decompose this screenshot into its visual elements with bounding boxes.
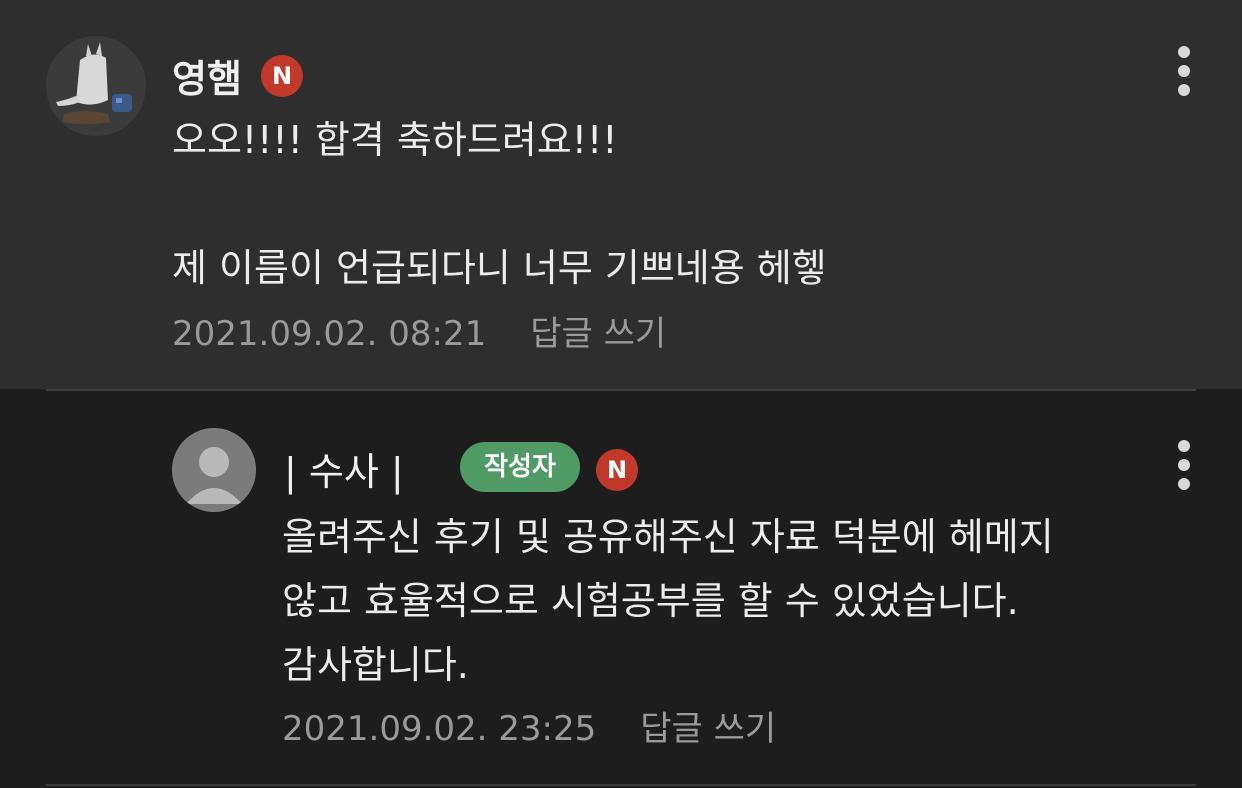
comment-text: 오오!!!! 합격 축하드려요!!! 제 이름이 언급되다니 너무 기쁘네용 헤… <box>172 118 827 290</box>
author-tag: 작성자 <box>460 442 580 492</box>
comment-date: 2021.09.02. 08:21 <box>172 314 487 354</box>
comment-author[interactable]: | 수사 | <box>284 441 404 496</box>
more-vertical-icon <box>1178 459 1190 471</box>
reply-comment-item: | 수사 | 작성자 N 올려주신 후기 및 공유해주신 자료 덕분에 헤메지 … <box>0 391 1242 788</box>
more-options-button[interactable] <box>1177 440 1191 496</box>
divider <box>46 784 1196 786</box>
more-vertical-icon <box>1178 440 1190 452</box>
more-options-button[interactable] <box>1177 46 1191 102</box>
more-vertical-icon <box>1178 65 1190 77</box>
reply-button[interactable]: 답글 쓰기 <box>640 709 776 749</box>
comment-meta: 2021.09.02. 08:21 답글 쓰기 <box>172 306 666 355</box>
new-badge: N <box>596 449 638 491</box>
comment-meta: 2021.09.02. 23:25 답글 쓰기 <box>282 701 776 750</box>
more-vertical-icon <box>1178 478 1190 490</box>
default-user-avatar-icon <box>172 428 256 512</box>
more-vertical-icon <box>1178 46 1190 58</box>
reply-button[interactable]: 답글 쓰기 <box>530 314 666 354</box>
comment-text: 올려주신 후기 및 공유해주신 자료 덕분에 헤메지 않고 효율적으로 시험공부… <box>282 515 1054 687</box>
user-avatar[interactable] <box>172 428 256 512</box>
comment-date: 2021.09.02. 23:25 <box>282 709 597 749</box>
bunny-figure-avatar-icon <box>46 36 146 136</box>
comment-item: 영햄 N 오오!!!! 합격 축하드려요!!! 제 이름이 언급되다니 너무 기… <box>0 0 1242 389</box>
more-vertical-icon <box>1178 84 1190 96</box>
comment-author[interactable]: 영햄 <box>172 48 242 103</box>
new-badge: N <box>261 55 303 97</box>
user-avatar[interactable] <box>46 36 146 136</box>
